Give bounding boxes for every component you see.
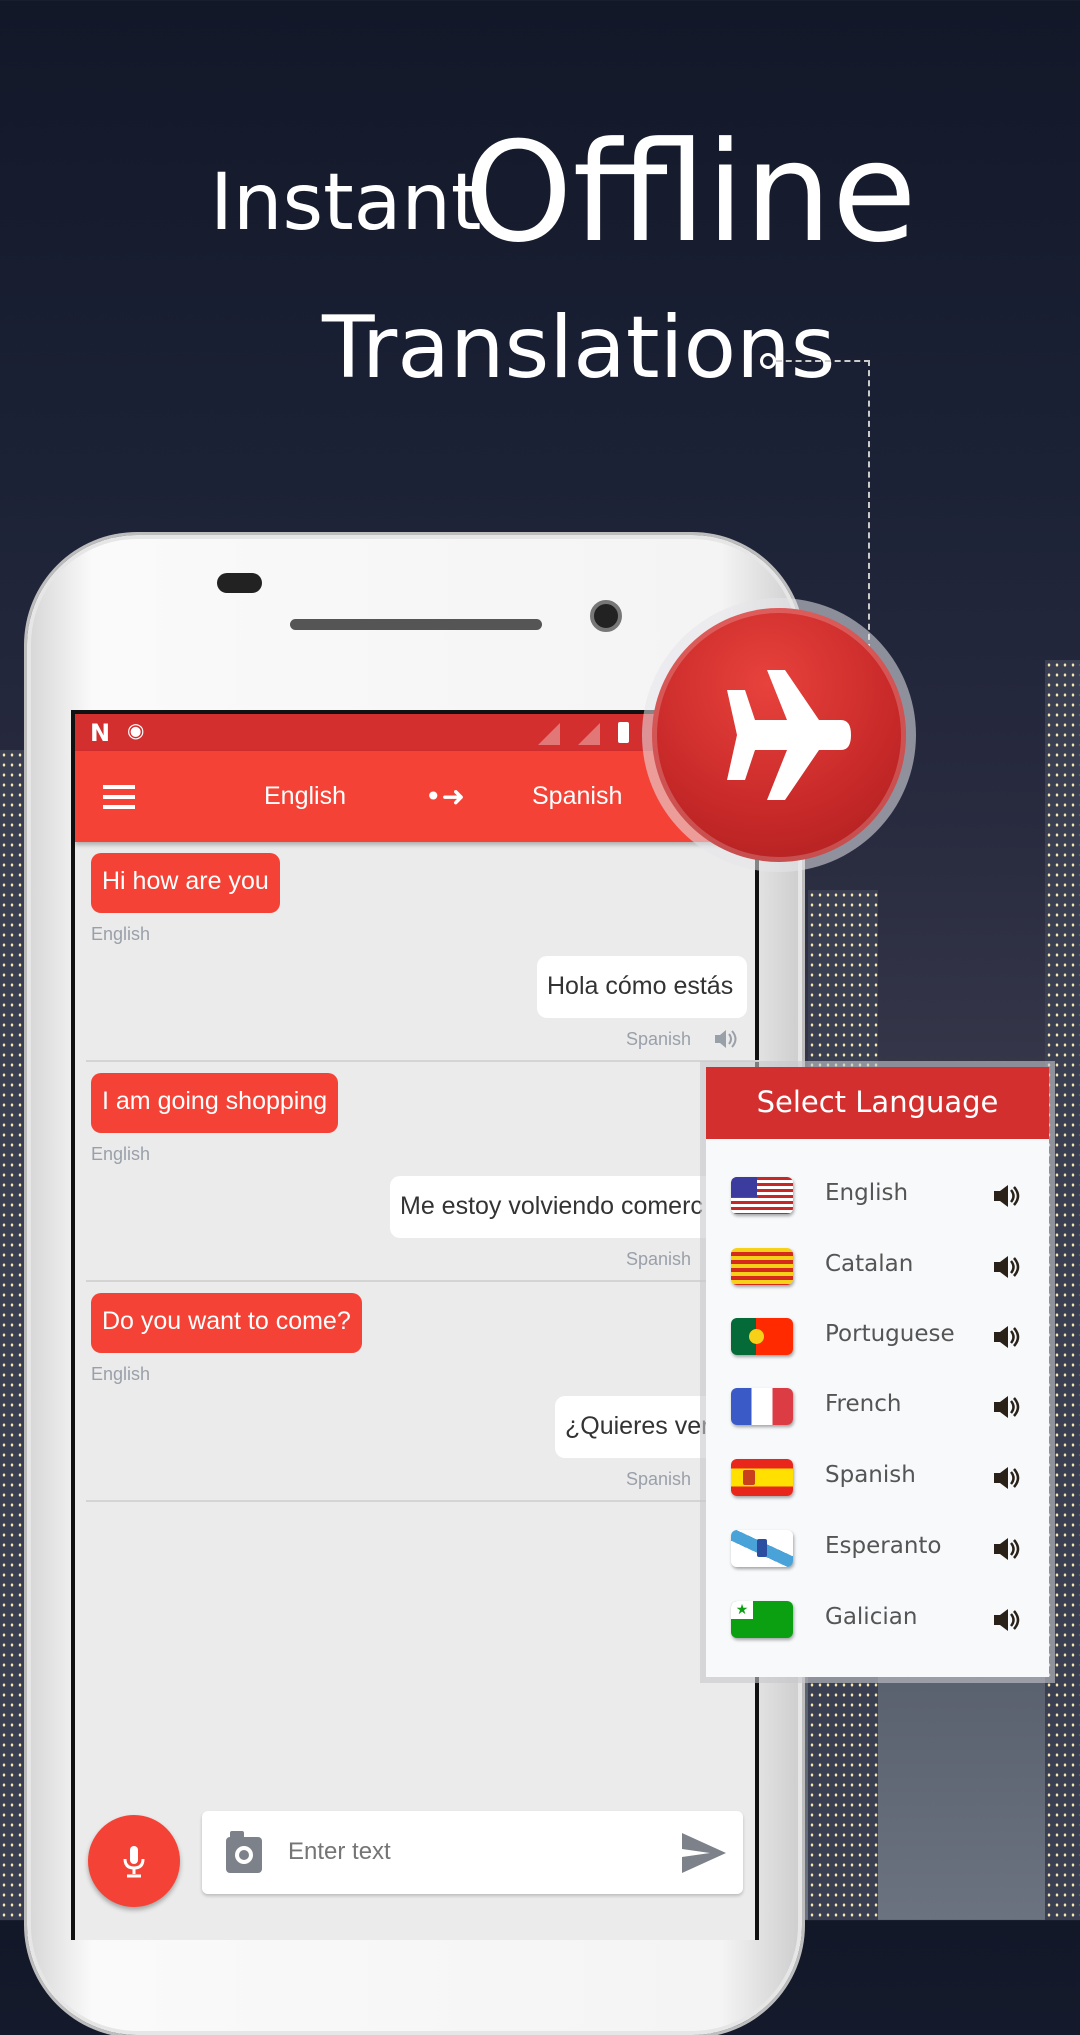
n-icon: N	[90, 719, 111, 747]
language-option-portuguese[interactable]: Portuguese	[706, 1307, 1049, 1367]
phone-camera	[590, 600, 622, 632]
phone-speaker	[290, 619, 542, 630]
language-name: Galician	[825, 1604, 918, 1630]
speaker-icon[interactable]	[992, 1465, 1020, 1491]
target-language-label: Spanish	[626, 1249, 692, 1269]
language-name: English	[825, 1180, 909, 1206]
spain-flag-icon	[731, 1459, 793, 1496]
speaker-icon[interactable]	[992, 1536, 1020, 1562]
message-divider	[86, 1280, 759, 1282]
signal-icon	[578, 723, 600, 745]
language-panel-title: Select Language	[706, 1067, 1049, 1139]
source-language-label: English	[91, 1144, 151, 1164]
target-language-button[interactable]: Spanish	[532, 782, 622, 811]
language-option-esperanto[interactable]: Esperanto	[706, 1519, 1049, 1579]
battery-charging-icon	[618, 722, 629, 743]
microphone-icon	[123, 1846, 145, 1878]
headline-translations: Translations	[322, 298, 836, 398]
source-language-button[interactable]: English	[264, 782, 346, 811]
speaker-icon[interactable]	[713, 1028, 737, 1050]
source-message-bubble: Hi how are you	[91, 853, 280, 913]
source-language-label: English	[91, 1364, 151, 1384]
connector-dot	[760, 353, 776, 369]
language-name: Esperanto	[825, 1533, 942, 1559]
language-option-catalan[interactable]: Catalan	[706, 1237, 1049, 1297]
headline-instant: Instant	[210, 158, 482, 248]
speaker-icon[interactable]	[992, 1254, 1020, 1280]
language-name: Portuguese	[825, 1321, 955, 1347]
translation-bubble: Hola cómo estás	[537, 956, 747, 1018]
camera-icon[interactable]	[226, 1831, 262, 1873]
source-language-label: English	[91, 924, 151, 944]
target-language-label: Spanish	[626, 1469, 692, 1489]
speaker-icon[interactable]	[992, 1324, 1020, 1350]
language-name: French	[825, 1391, 902, 1417]
source-message-bubble: I am going shopping	[91, 1073, 339, 1133]
language-option-galician[interactable]: ★ Galician	[706, 1590, 1049, 1650]
arrow-right-icon[interactable]: •➜	[425, 780, 465, 813]
hamburger-icon[interactable]	[103, 785, 135, 809]
message-divider	[86, 1500, 759, 1502]
target-language-label: Spanish	[626, 1029, 692, 1049]
source-message-bubble: Do you want to come?	[91, 1293, 362, 1353]
offline-badge-circle	[652, 608, 906, 862]
portugal-flag-icon	[731, 1318, 793, 1355]
message-divider	[86, 1060, 759, 1062]
headline-offline: Offline	[464, 112, 917, 273]
language-select-panel	[706, 1067, 1049, 1677]
galicia-flag-icon	[731, 1530, 793, 1567]
send-icon[interactable]	[680, 1831, 728, 1875]
city-building	[0, 750, 30, 1920]
airplane-icon	[727, 670, 851, 800]
us-flag-icon	[731, 1177, 793, 1214]
text-input-bar[interactable]	[202, 1811, 743, 1894]
text-input[interactable]	[288, 1831, 648, 1873]
language-option-spanish[interactable]: Spanish	[706, 1448, 1049, 1508]
catalan-flag-icon	[731, 1248, 793, 1285]
speaker-icon[interactable]	[992, 1607, 1020, 1633]
signal-icon	[538, 723, 560, 745]
esperanto-flag-icon: ★	[731, 1601, 793, 1638]
france-flag-icon	[731, 1388, 793, 1425]
speaker-icon[interactable]	[992, 1183, 1020, 1209]
language-option-french[interactable]: French	[706, 1377, 1049, 1437]
speaker-icon[interactable]	[992, 1394, 1020, 1420]
city-building	[1045, 660, 1080, 1920]
language-option-english[interactable]: English	[706, 1166, 1049, 1226]
language-name: Catalan	[825, 1251, 914, 1277]
phone-earpiece	[217, 573, 262, 593]
microphone-button[interactable]	[88, 1815, 180, 1907]
translation-bubble: Me estoy volviendo comerc	[390, 1176, 747, 1238]
language-name: Spanish	[825, 1462, 916, 1488]
incognito-icon: ◉	[127, 718, 145, 742]
